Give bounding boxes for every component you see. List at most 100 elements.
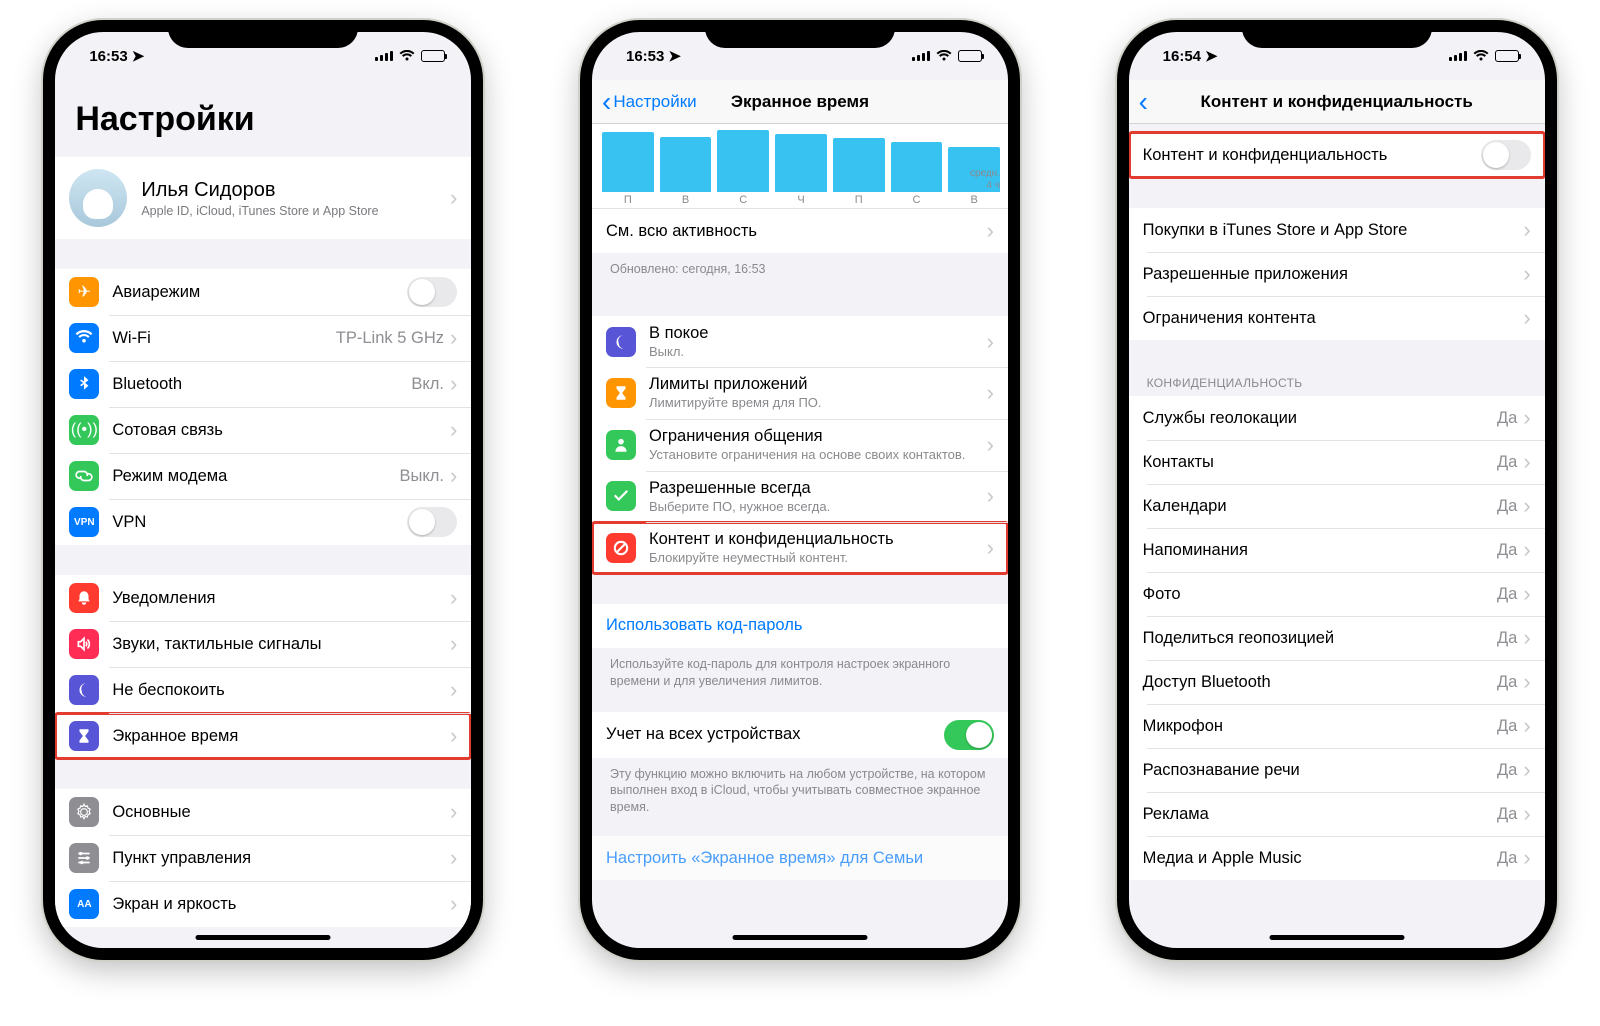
row-value: Да <box>1497 585 1517 604</box>
row-label: Не беспокоить <box>112 681 450 700</box>
settings-row[interactable]: Лимиты приложенийЛимитируйте время для П… <box>592 367 1008 419</box>
settings-row[interactable]: Ограничения общенияУстановите ограничени… <box>592 419 1008 471</box>
chevron-icon <box>1523 493 1530 519</box>
settings-row[interactable]: Ограничения контента <box>1129 296 1545 340</box>
settings-row[interactable]: Доступ BluetoothДа <box>1129 660 1545 704</box>
settings-row[interactable]: Разрешенные приложения <box>1129 252 1545 296</box>
settings-row[interactable]: Службы геолокацииДа <box>1129 396 1545 440</box>
row-icon <box>69 843 99 873</box>
settings-row[interactable]: AAЭкран и яркость <box>55 881 471 927</box>
chevron-icon <box>1523 449 1530 475</box>
row-label: Сотовая связь <box>112 421 450 440</box>
share-across-devices[interactable]: Учет на всех устройствах <box>592 712 1008 758</box>
settings-row[interactable]: ✈︎Авиарежим <box>55 269 471 315</box>
nav-title: Контент и конфиденциальность <box>1129 92 1545 112</box>
page-title: Настройки <box>55 80 471 149</box>
settings-row[interactable]: BluetoothВкл. <box>55 361 471 407</box>
row-icon <box>606 430 636 460</box>
row-icon <box>69 369 99 399</box>
row-label: Основные <box>112 803 450 822</box>
back-label: Настройки <box>613 92 696 112</box>
chevron-icon <box>450 845 457 871</box>
settings-row[interactable]: КалендариДа <box>1129 484 1545 528</box>
location-icon: ➤ <box>132 47 145 65</box>
chart-bar <box>775 134 827 192</box>
settings-row[interactable]: Пункт управления <box>55 835 471 881</box>
content-privacy-toggle-row[interactable]: Контент и конфиденциальность <box>1129 132 1545 178</box>
row-sublabel: Выберите ПО, нужное всегда. <box>649 499 987 515</box>
settings-row[interactable]: В покоеВыкл. <box>592 316 1008 368</box>
home-indicator[interactable] <box>732 935 867 940</box>
apple-id-cell[interactable]: Илья Сидоров Apple ID, iCloud, iTunes St… <box>55 157 471 239</box>
row-toggle[interactable] <box>407 277 457 307</box>
settings-row[interactable]: МикрофонДа <box>1129 704 1545 748</box>
chevron-icon <box>987 483 994 509</box>
use-passcode[interactable]: Использовать код-пароль <box>592 604 1008 648</box>
row-icon <box>69 323 99 353</box>
settings-row[interactable]: Wi-FiTP-Link 5 GHz <box>55 315 471 361</box>
settings-row[interactable]: Основные <box>55 789 471 835</box>
chevron-icon <box>1523 669 1530 695</box>
row-icon: VPN <box>69 507 99 537</box>
row-toggle[interactable] <box>407 507 457 537</box>
location-icon: ➤ <box>668 47 681 65</box>
avatar <box>69 169 127 227</box>
row-sublabel: Установите ограничения на основе своих к… <box>649 447 987 463</box>
setup-family[interactable]: Настроить «Экранное время» для Семьи <box>592 836 1008 880</box>
settings-row[interactable]: Контент и конфиденциальностьБлокируйте н… <box>592 522 1008 574</box>
content-privacy-toggle[interactable] <box>1481 140 1531 170</box>
row-icon <box>606 481 636 511</box>
see-all-activity[interactable]: См. всю активность <box>592 209 1008 253</box>
settings-row[interactable]: РекламаДа <box>1129 792 1545 836</box>
battery-icon <box>958 50 982 62</box>
usage-chart[interactable]: средн. 4 ч ПВСЧПСВ <box>592 124 1008 209</box>
row-label: Покупки в iTunes Store и App Store <box>1143 221 1524 240</box>
chevron-icon <box>450 417 457 443</box>
settings-row[interactable]: КонтактыДа <box>1129 440 1545 484</box>
settings-row[interactable]: ((•))Сотовая связь <box>55 407 471 453</box>
chart-day-label: В <box>948 194 1000 206</box>
settings-row[interactable]: Распознавание речиДа <box>1129 748 1545 792</box>
settings-row[interactable]: Звуки, тактильные сигналы <box>55 621 471 667</box>
row-label: Медиа и Apple Music <box>1143 849 1497 868</box>
row-icon: ✈︎ <box>69 277 99 307</box>
row-value: Да <box>1497 409 1517 428</box>
screen: 16:53 ➤ Настройки Экранное время средн. <box>592 32 1008 948</box>
chart-avg-label: средн. <box>970 168 1000 179</box>
row-label: Звуки, тактильные сигналы <box>112 635 450 654</box>
settings-group-general: Основные Пункт управленияAAЭкран и яркост… <box>55 789 471 927</box>
screentime-features: В покоеВыкл.Лимиты приложенийЛимитируйте… <box>592 316 1008 574</box>
notch <box>1242 20 1432 48</box>
status-time: 16:53 <box>626 48 664 65</box>
battery-icon <box>421 50 445 62</box>
row-label: Экран и яркость <box>112 895 450 914</box>
location-icon: ➤ <box>1205 47 1218 65</box>
settings-row[interactable]: Экранное время <box>55 713 471 759</box>
settings-row[interactable]: Не беспокоить <box>55 667 471 713</box>
settings-row[interactable]: VPNVPN <box>55 499 471 545</box>
chevron-icon <box>1523 217 1530 243</box>
chart-bar <box>891 142 943 192</box>
home-indicator[interactable] <box>1269 935 1404 940</box>
phone-frame: 16:53 ➤ Настройки Экранное время средн. <box>580 20 1020 960</box>
chart-day-label: С <box>717 194 769 206</box>
row-label: Ограничения контента <box>1143 309 1524 328</box>
home-indicator[interactable] <box>196 935 331 940</box>
row-label: Разрешенные приложения <box>1143 265 1524 284</box>
updated-label: Обновлено: сегодня, 16:53 <box>592 253 1008 286</box>
settings-row[interactable]: Уведомления <box>55 575 471 621</box>
row-label: В покое <box>649 324 987 343</box>
chart-day-label: П <box>602 194 654 206</box>
settings-row[interactable]: Медиа и Apple MusicДа <box>1129 836 1545 880</box>
chevron-icon <box>987 218 994 244</box>
settings-row[interactable]: Режим модемаВыкл. <box>55 453 471 499</box>
share-toggle[interactable] <box>944 720 994 750</box>
settings-row[interactable]: ФотоДа <box>1129 572 1545 616</box>
chevron-icon <box>1523 713 1530 739</box>
settings-row[interactable]: Разрешенные всегдаВыберите ПО, нужное вс… <box>592 471 1008 523</box>
settings-row[interactable]: Поделиться геопозициейДа <box>1129 616 1545 660</box>
back-button[interactable] <box>1139 88 1148 116</box>
back-button[interactable]: Настройки <box>602 88 697 116</box>
settings-row[interactable]: Покупки в iTunes Store и App Store <box>1129 208 1545 252</box>
settings-row[interactable]: НапоминанияДа <box>1129 528 1545 572</box>
